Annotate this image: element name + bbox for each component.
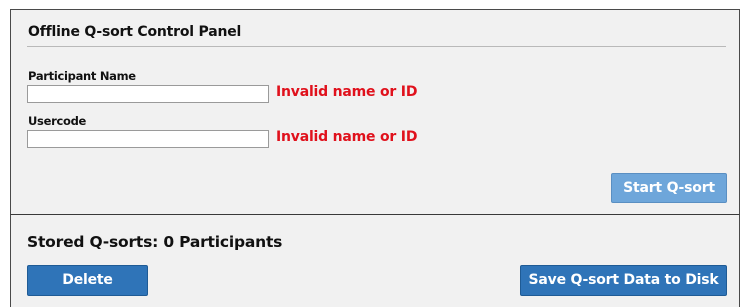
stored-qsorts-title: Stored Q-sorts: 0 Participants bbox=[27, 233, 283, 251]
usercode-error: Invalid name or ID bbox=[276, 129, 418, 145]
control-panel: Offline Q-sort Control Panel Participant… bbox=[10, 9, 740, 215]
delete-button[interactable]: Delete bbox=[27, 265, 148, 296]
stored-qsorts-section: Stored Q-sorts: 0 Participants Delete Sa… bbox=[10, 215, 740, 307]
title-divider bbox=[27, 46, 726, 47]
usercode-label: Usercode bbox=[28, 114, 87, 128]
participant-name-error: Invalid name or ID bbox=[276, 84, 418, 100]
panel-title: Offline Q-sort Control Panel bbox=[28, 24, 242, 40]
start-qsort-button[interactable]: Start Q-sort bbox=[611, 173, 727, 203]
usercode-input[interactable] bbox=[27, 130, 269, 148]
participant-name-label: Participant Name bbox=[28, 69, 136, 83]
participant-name-input[interactable] bbox=[27, 85, 269, 103]
save-to-disk-button[interactable]: Save Q-sort Data to Disk bbox=[520, 265, 727, 296]
